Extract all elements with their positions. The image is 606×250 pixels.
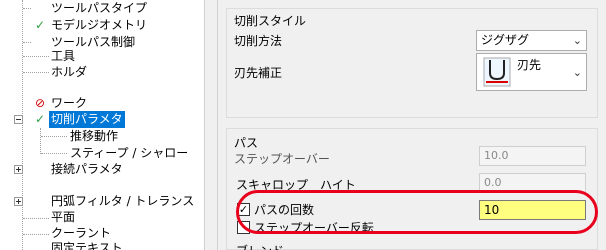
chevron-down-icon: ⌄: [572, 66, 582, 79]
tree-connector: [41, 136, 67, 137]
expand-icon[interactable]: [14, 165, 23, 174]
tree-item-label: 切削パラメタ: [49, 111, 125, 128]
tree-item-tool[interactable]: 工具: [33, 48, 77, 65]
tree-item-toolpath-type[interactable]: ツールパスタイプ: [33, 0, 149, 17]
stepover-input[interactable]: 10.0: [479, 146, 586, 166]
tree-connector: [40, 128, 41, 154]
tree-connector: [41, 153, 67, 154]
tree-item-arc-filter-tolerance[interactable]: 円弧フィルタ / トレランス: [33, 193, 196, 210]
cut-method-select[interactable]: ジグザグ ⌄: [476, 30, 587, 51]
compensation-label: 刃先補正: [234, 66, 283, 80]
check-icon: ✓: [34, 18, 46, 32]
tree-item-holder[interactable]: ホルダ: [33, 64, 89, 81]
compensation-value: 刃先: [517, 58, 542, 72]
tree-item-planes[interactable]: 平面: [33, 209, 77, 226]
tree-item-linking-parameters[interactable]: 接続パラメタ: [33, 161, 125, 178]
tree-item-label: 工具: [51, 49, 76, 63]
tree-item-label: 固定テキスト: [51, 241, 123, 250]
tree-item-label: ツールパスタイプ: [51, 1, 148, 15]
tree-item-label: モデルジオメトリ: [51, 18, 148, 32]
compensation-select[interactable]: 刃先 ⌄: [476, 53, 587, 91]
tool-tip-icon: [483, 57, 511, 87]
tree-item-label: ワーク: [51, 96, 88, 110]
check-icon: ✓: [34, 112, 46, 126]
blend-group-title: ブレンド: [236, 242, 284, 250]
tree-item-stock[interactable]: ⊘ ワーク: [33, 95, 89, 112]
chevron-down-icon: ⌄: [572, 34, 582, 47]
tree-connector: [23, 8, 31, 9]
highlight-annotation: [236, 190, 598, 234]
collapse-icon[interactable]: [14, 115, 23, 124]
expand-icon[interactable]: [14, 197, 23, 206]
tree-item-label: スティープ / シャロー: [70, 146, 189, 160]
tree-connector: [22, 0, 23, 250]
tree-item-label: 推移動作: [70, 129, 119, 143]
tree-item-label: ホルダ: [51, 65, 88, 79]
tree-item-transition[interactable]: 推移動作: [68, 128, 120, 145]
tree-item-label: 平面: [51, 210, 76, 224]
cut-style-title: 切削スタイル: [234, 14, 307, 28]
operation-tree: ツールパスタイプ ✓ モデルジオメトリ ツールパス制御 工具 ホルダ ⊘ ワーク…: [0, 0, 204, 250]
tree-item-model-geometry[interactable]: ✓ モデルジオメトリ: [33, 17, 149, 34]
tree-item-steep-shallow[interactable]: スティープ / シャロー: [68, 145, 190, 162]
pane-splitter[interactable]: [204, 0, 218, 250]
cut-method-label: 切削方法: [234, 34, 283, 48]
tree-item-label: 円弧フィルタ / トレランス: [51, 194, 195, 208]
stepover-label: ステップオーバー: [234, 152, 330, 166]
tree-connector: [23, 42, 31, 43]
cut-method-value: ジグザグ: [481, 33, 530, 47]
tree-item-cut-parameters[interactable]: ✓ 切削パラメタ: [33, 111, 125, 128]
tree-item-canned-text[interactable]: 固定テキスト: [33, 240, 125, 250]
pass-title: パス: [234, 136, 259, 150]
prohibited-icon: ⊘: [34, 96, 46, 110]
tree-item-label: 接続パラメタ: [51, 162, 123, 176]
